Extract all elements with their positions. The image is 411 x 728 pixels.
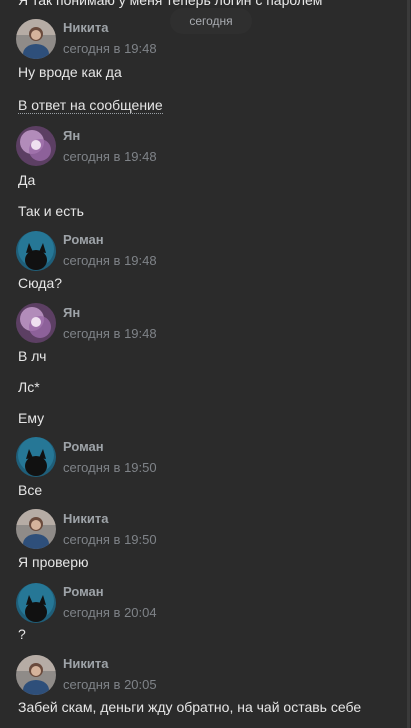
message-text: Я проверю: [18, 554, 89, 570]
message-author[interactable]: Роман: [63, 232, 104, 247]
cat-avatar-icon[interactable]: [16, 231, 56, 271]
message-time[interactable]: сегодня в 19:48: [63, 41, 157, 56]
message-author[interactable]: Роман: [63, 439, 104, 454]
message-text: Все: [18, 482, 43, 498]
message-author[interactable]: Ян: [63, 128, 80, 143]
message-author[interactable]: Никита: [63, 511, 108, 526]
cat-avatar-icon[interactable]: [16, 583, 56, 623]
message-author[interactable]: Никита: [63, 20, 108, 35]
purple-avatar-icon[interactable]: [16, 126, 56, 166]
message-text: Так и есть: [18, 203, 84, 219]
person-avatar-icon[interactable]: [16, 19, 56, 59]
message-time[interactable]: сегодня в 19:48: [63, 253, 157, 268]
message-text: Забей скам, деньги жду обратно, на чай о…: [18, 699, 362, 715]
date-separator: сегодня: [170, 8, 252, 34]
cat-avatar-icon[interactable]: [16, 437, 56, 477]
message-text: В лч: [18, 348, 47, 364]
purple-avatar-icon[interactable]: [16, 303, 56, 343]
message-text: ?: [18, 626, 26, 642]
person-avatar-icon[interactable]: [16, 509, 56, 549]
previous-message-text: Я так понимаю у меня теперь логин с паро…: [18, 0, 323, 8]
message-author[interactable]: Роман: [63, 584, 104, 599]
message-author[interactable]: Никита: [63, 656, 108, 671]
message-text: Ну вроде как да: [18, 64, 122, 80]
message-text: Да: [18, 172, 36, 188]
reply-link[interactable]: В ответ на сообщение: [18, 97, 163, 114]
message-text: Сюда?: [18, 275, 63, 291]
message-text: Лс*: [18, 379, 40, 395]
person-avatar-icon[interactable]: [16, 655, 56, 695]
message-author[interactable]: Ян: [63, 305, 80, 320]
chat-history: Я так понимаю у меня теперь логин с паро…: [0, 0, 411, 728]
message-time[interactable]: сегодня в 19:48: [63, 326, 157, 341]
message-time[interactable]: сегодня в 20:04: [63, 605, 157, 620]
message-time[interactable]: сегодня в 19:50: [63, 460, 157, 475]
message-text: Ему: [18, 410, 45, 426]
message-time[interactable]: сегодня в 19:50: [63, 532, 157, 547]
message-time[interactable]: сегодня в 19:48: [63, 149, 157, 164]
scrollbar[interactable]: [407, 0, 410, 728]
message-time[interactable]: сегодня в 20:05: [63, 677, 157, 692]
